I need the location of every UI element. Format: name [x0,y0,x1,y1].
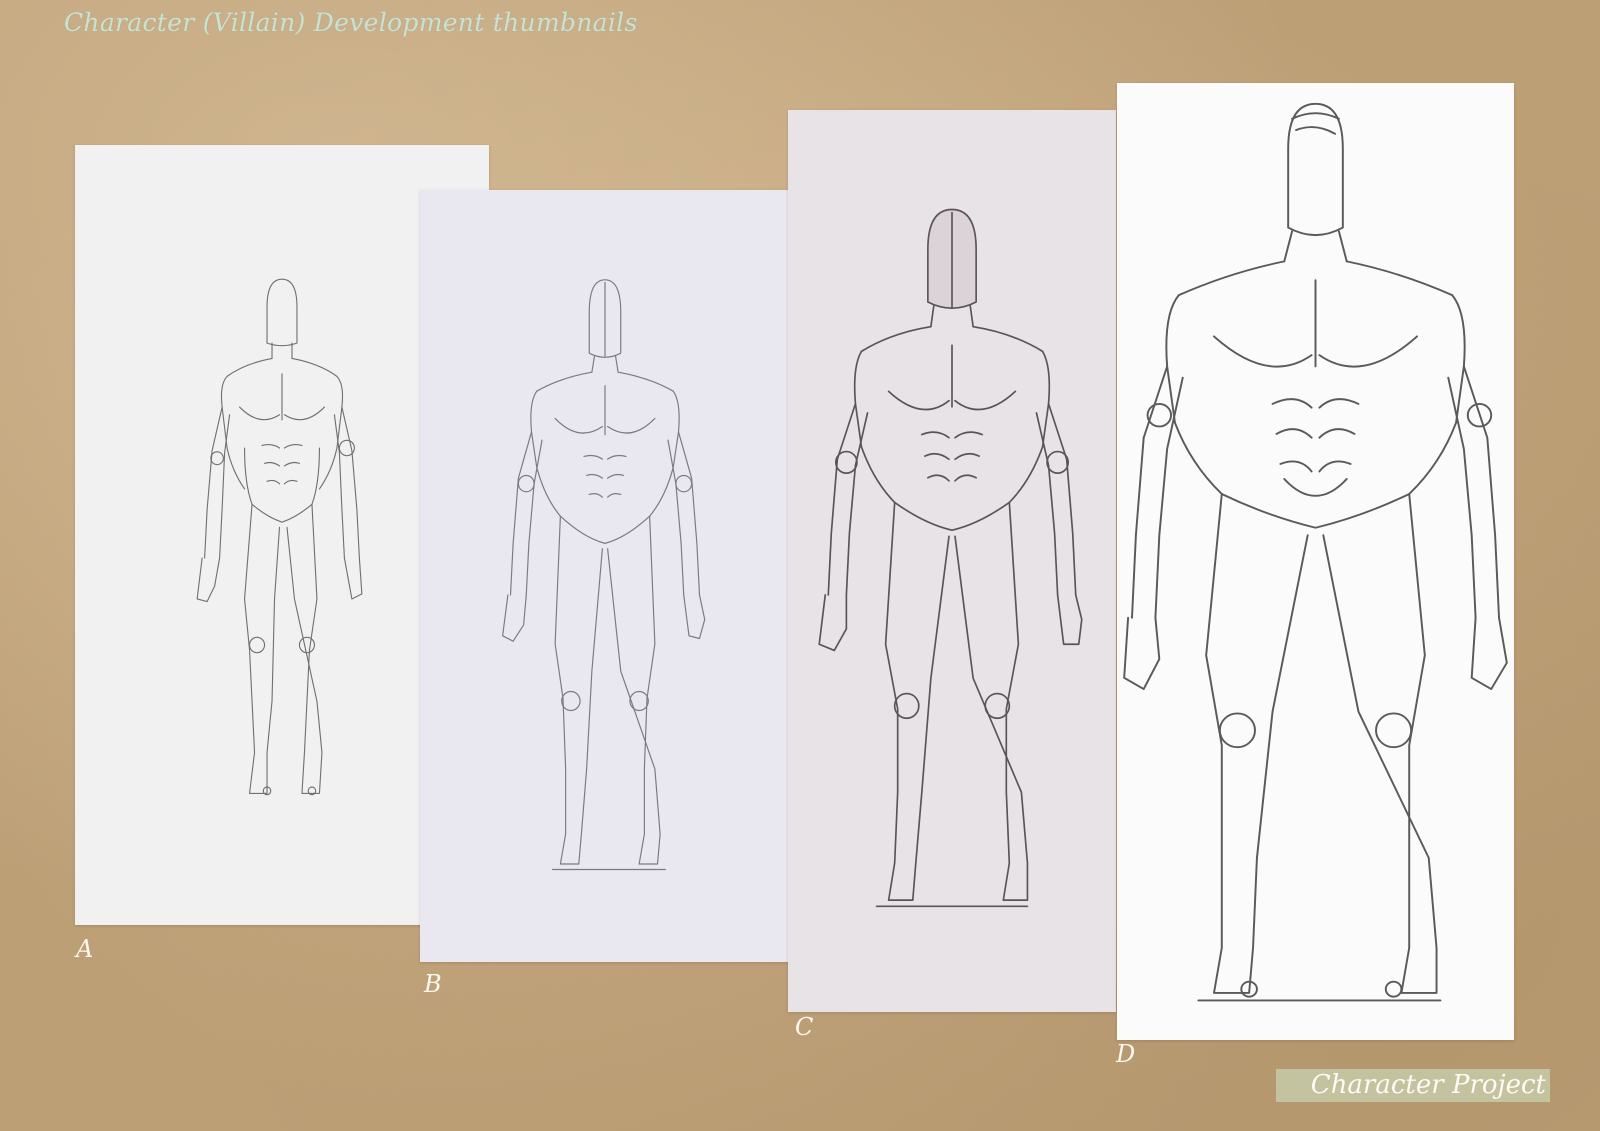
page-title: Character (Villain) Development thumbnai… [64,8,638,37]
project-tag: Character Project [1276,1069,1550,1102]
thumbnail-sheet-b [420,190,790,962]
figure-sketch-c [818,208,1083,908]
thumbnail-label-a: A [76,935,94,963]
thumbnail-sheet-c [788,110,1116,1012]
thumbnail-label-d: D [1116,1040,1136,1068]
project-label: Character Project [1310,1070,1546,1100]
thumbnail-label-b: B [424,970,442,998]
thumbnail-label-c: C [795,1013,814,1041]
figure-sketch-d [1123,102,1508,1002]
figure-sketch-b [502,279,706,871]
thumbnail-sheet-d [1117,83,1514,1040]
